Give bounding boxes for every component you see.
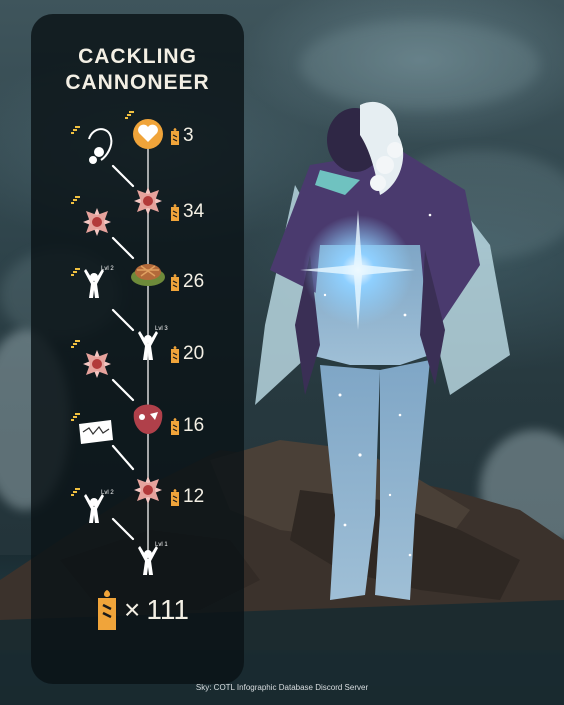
hair-icon[interactable] <box>88 128 113 164</box>
emote-icon[interactable] <box>138 546 158 575</box>
spark-star-icon[interactable] <box>83 350 111 378</box>
cost-row: 34 <box>169 202 204 222</box>
emote-icon[interactable] <box>84 269 104 298</box>
mask-icon[interactable] <box>133 404 163 435</box>
side-level-label: Lvl 2 <box>101 266 114 272</box>
spark-star-icon[interactable] <box>83 208 111 236</box>
candle-icon <box>171 127 179 145</box>
character-cackling-cannoneer <box>255 101 510 600</box>
candle-icon <box>171 488 179 506</box>
cost-row: 26 <box>169 272 204 292</box>
cost-value: 34 <box>183 201 205 222</box>
candle-icon <box>171 203 179 221</box>
heart-icon[interactable] <box>133 119 163 149</box>
cost-row: 16 <box>169 416 204 436</box>
cost-row: 3 <box>169 126 194 146</box>
cost-value: 16 <box>183 415 205 436</box>
candle-icon <box>171 345 179 363</box>
emote-icon[interactable] <box>84 494 104 523</box>
spark-star-icon[interactable] <box>134 476 162 504</box>
tree-connector <box>111 444 135 471</box>
cost-value: 26 <box>183 271 205 292</box>
cost-row: 12 <box>169 487 204 507</box>
cost-value: 20 <box>183 343 205 364</box>
music-sheet-icon[interactable] <box>79 420 113 444</box>
side-level-label: Lvl 2 <box>101 490 114 496</box>
candle-icon <box>171 273 179 291</box>
tree-connector <box>111 236 135 260</box>
tree-connector <box>111 378 135 402</box>
spirit-tree-panel: CACKLING CANNONEER Lvl 2 Lvl 3 Lvl 2 Lvl… <box>31 14 244 684</box>
tree-connector <box>111 164 135 188</box>
pie-icon[interactable] <box>131 264 165 286</box>
cost-row: 20 <box>169 344 204 364</box>
multiply-symbol: × <box>124 594 141 625</box>
total-cost: × 111 <box>96 590 189 630</box>
node-level-label: Lvl 3 <box>155 326 168 332</box>
cost-value: 12 <box>183 486 205 507</box>
spirit-tree: Lvl 2 Lvl 3 Lvl 2 Lvl 1 <box>71 111 168 575</box>
tree-connector <box>111 308 135 332</box>
candle-icon <box>98 590 116 630</box>
tree-connector <box>111 517 135 541</box>
credit-text: Sky: COTL Infographic Database Discord S… <box>195 683 369 692</box>
spark-star-icon[interactable] <box>134 187 162 215</box>
node-level-label: Lvl 1 <box>155 542 168 548</box>
candle-icon <box>171 417 179 435</box>
cost-value: 3 <box>183 125 194 146</box>
total-value: 111 <box>146 594 189 625</box>
